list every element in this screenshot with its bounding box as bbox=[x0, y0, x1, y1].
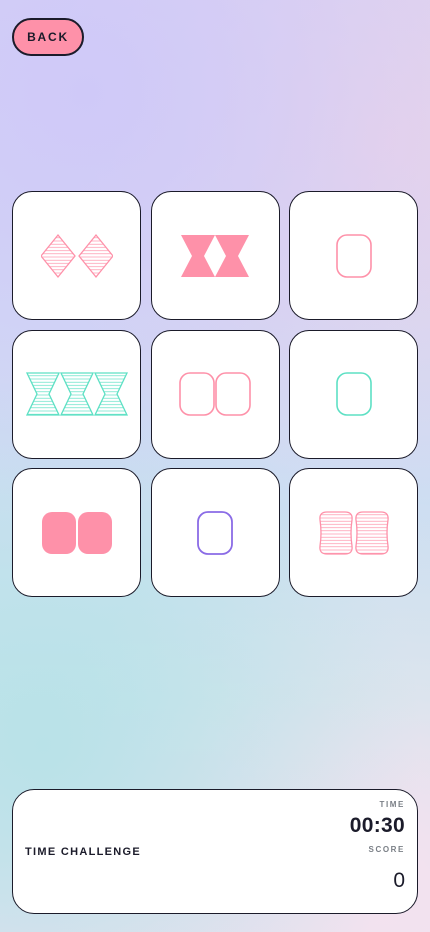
card-6[interactable] bbox=[289, 329, 418, 459]
back-button[interactable]: BACK bbox=[12, 18, 84, 56]
two-striped-barrels-icon bbox=[318, 510, 389, 555]
card-8[interactable] bbox=[150, 468, 280, 597]
empty-rounded-rect-icon bbox=[335, 372, 372, 416]
status-panel: TIME CHALLENGE TIME 00:30 SCORE 0 bbox=[12, 789, 418, 914]
two-striped-diamonds-icon bbox=[40, 233, 113, 278]
card-1[interactable] bbox=[12, 191, 141, 320]
card-2[interactable] bbox=[150, 191, 280, 320]
time-label: TIME bbox=[379, 800, 405, 809]
mode-label: TIME CHALLENGE bbox=[25, 846, 141, 858]
card-7[interactable] bbox=[12, 468, 141, 597]
empty-rounded-rect-icon bbox=[335, 233, 372, 278]
card-9[interactable] bbox=[289, 468, 418, 597]
three-striped-hourglasses-icon bbox=[25, 372, 128, 416]
two-empty-rounded-rects-icon bbox=[179, 372, 251, 416]
card-4[interactable] bbox=[12, 329, 141, 459]
card-grid bbox=[12, 191, 418, 597]
card-5[interactable] bbox=[150, 329, 280, 459]
time-value: 00:30 bbox=[349, 814, 405, 837]
two-solid-hourglasses-icon bbox=[181, 234, 249, 277]
score-value: 0 bbox=[393, 869, 405, 892]
two-solid-rounded-rects-icon bbox=[41, 511, 112, 554]
score-label: SCORE bbox=[368, 845, 405, 854]
empty-rounded-rect-icon bbox=[197, 510, 233, 555]
card-3[interactable] bbox=[289, 191, 418, 320]
